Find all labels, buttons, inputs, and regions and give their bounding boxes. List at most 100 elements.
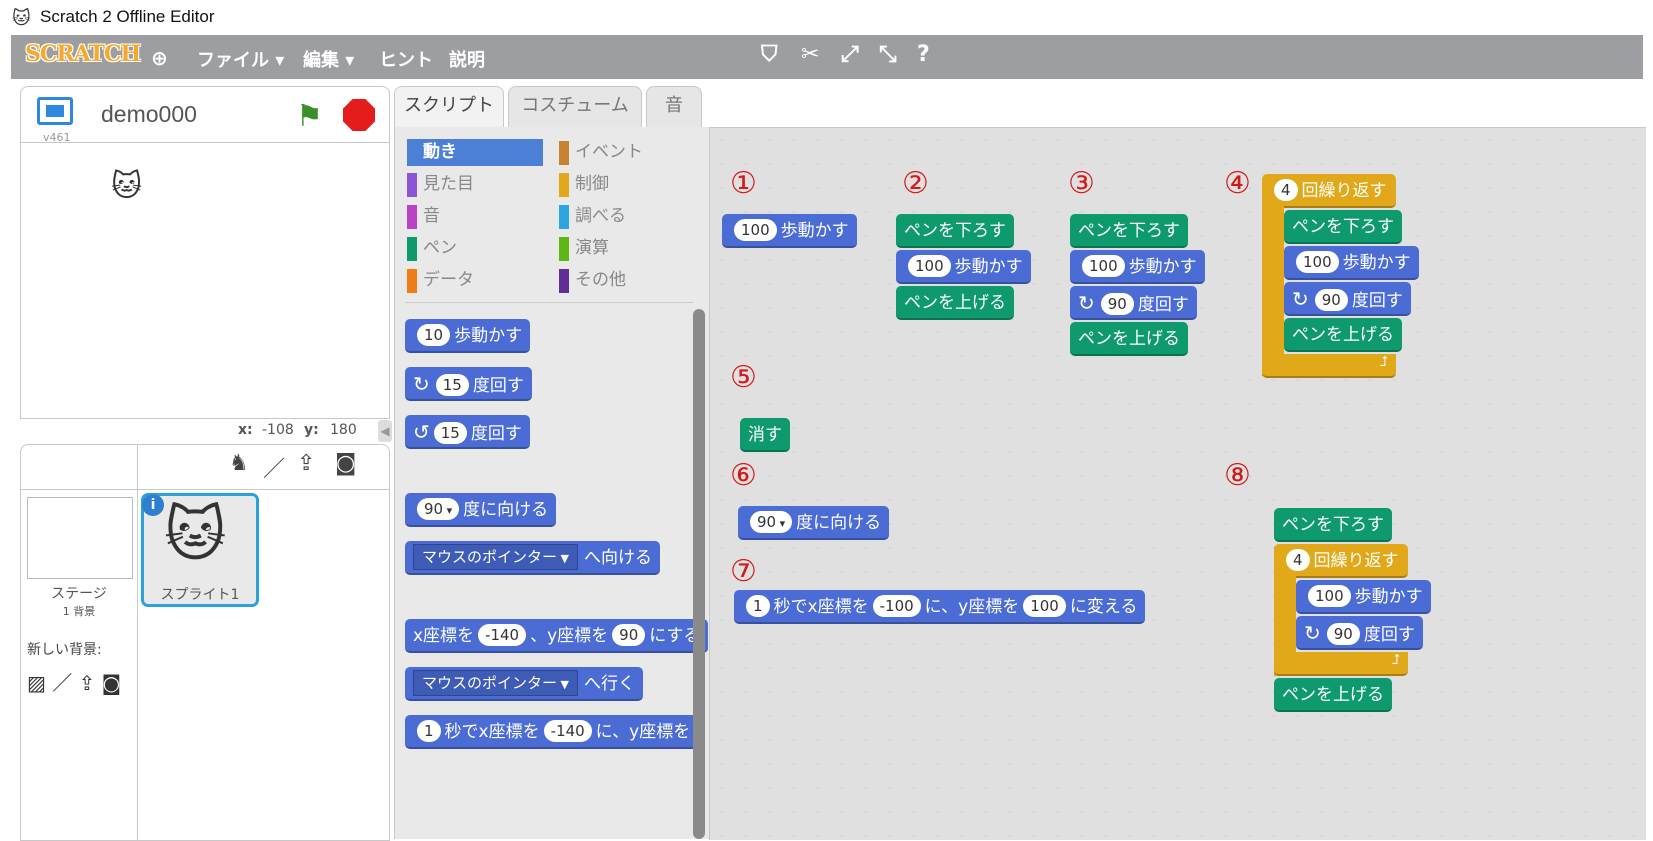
script4-repeat-bottom: ⮥ xyxy=(1262,354,1396,378)
x-label: x: xyxy=(238,422,253,438)
choose-sprite-icon[interactable]: ♞ xyxy=(229,451,249,476)
turn-ccw-icon: ↺ xyxy=(413,420,430,444)
category-operators[interactable]: 演算 xyxy=(559,235,695,262)
category-sensing[interactable]: 調べる xyxy=(559,203,695,230)
script-area[interactable]: ① ② ③ ④ ⑤ ⑥ ⑦ ⑧ 100 歩動かす ペンを下ろす 100 歩動かす ペ… xyxy=(709,127,1646,840)
script8-move-block[interactable]: 100 歩動かす xyxy=(1296,580,1431,614)
category-more[interactable]: その他 xyxy=(559,267,695,294)
cut-icon[interactable]: ✂ xyxy=(801,42,819,67)
label-6: ⑥ xyxy=(730,458,757,493)
grow-icon[interactable]: ⤢ xyxy=(841,42,859,67)
palette-move-block[interactable]: 10 歩動かす xyxy=(405,319,531,353)
turn-cw-icon xyxy=(1304,625,1323,645)
green-flag-icon[interactable]: ⚑ xyxy=(296,99,323,134)
upload-sprite-icon[interactable]: ⇪ xyxy=(297,451,315,476)
stage-thumbnail[interactable] xyxy=(27,497,133,579)
app-cat-icon: 🐱 xyxy=(12,8,31,29)
script5-clear-block[interactable]: 消す xyxy=(740,418,790,452)
palette-glide-block[interactable]: 1 秒でx座標を -140 に、y座標を xyxy=(405,715,699,749)
script2-move-block[interactable]: 100 歩動かす xyxy=(896,250,1031,284)
backdrop-paint-icon[interactable]: ／ xyxy=(52,671,72,695)
script8-repeat-block[interactable]: 4 回繰り返す xyxy=(1274,544,1408,578)
stage-backdrop-count: 1 背景 xyxy=(62,605,96,618)
palette-goto-block[interactable]: マウスのポインターへ行く xyxy=(405,667,643,701)
backdrop-library-icon[interactable]: ▨ xyxy=(27,671,46,695)
loop-arrow-icon: ⮥ xyxy=(1391,652,1400,668)
script8-pen-up-block[interactable]: ペンを上げる xyxy=(1274,678,1392,712)
stage-canvas[interactable]: 🐱 xyxy=(20,142,390,419)
palette-goto-xy-block[interactable]: x座標を -140 、y座標を 90 にする xyxy=(405,619,709,653)
tab-costumes[interactable]: コスチューム xyxy=(508,86,642,127)
label-7: ⑦ xyxy=(730,554,757,589)
palette-point-direction-block[interactable]: 90度に向ける xyxy=(405,493,557,527)
backdrop-upload-icon[interactable]: ⇪ xyxy=(79,671,96,695)
turn-cw-icon xyxy=(1292,291,1311,311)
new-backdrop-label: 新しい背景: xyxy=(27,642,102,658)
fullscreen-icon[interactable] xyxy=(37,97,73,125)
script3-move-block[interactable]: 100 歩動かす xyxy=(1070,250,1205,284)
scratch-logo[interactable]: SCRATCH xyxy=(25,41,141,71)
tab-scripts[interactable]: スクリプト xyxy=(394,86,504,129)
script8-turn-block[interactable]: 90度回す xyxy=(1296,616,1423,650)
sprite-panel: ♞ ／ ⇪ ◙ ステージ 1 背景 新しい背景: ▨ ／ ⇪ ◙ i 🐱 スプラ… xyxy=(20,444,390,841)
menu-hint[interactable]: ヒント xyxy=(379,46,433,72)
category-data[interactable]: データ xyxy=(407,267,543,294)
script3-turn-block[interactable]: 90度回す xyxy=(1070,286,1197,320)
sprite-panel-header-line xyxy=(21,489,389,490)
category-pen[interactable]: ペン xyxy=(407,235,543,262)
menu-edit[interactable]: 編集 ▾ xyxy=(303,46,354,72)
script2-pen-down-block[interactable]: ペンを下ろす xyxy=(896,214,1014,248)
label-8: ⑧ xyxy=(1224,458,1251,493)
palette-scrollbar[interactable] xyxy=(693,309,705,839)
script3-pen-down-block[interactable]: ペンを下ろす xyxy=(1070,214,1188,248)
menubar: SCRATCH ⊕ ファイル ▾ 編集 ▾ ヒント 説明 ⛉ ✂ ⤢ ⤡ ? xyxy=(11,35,1643,79)
globe-icon[interactable]: ⊕ xyxy=(151,46,168,70)
label-2: ② xyxy=(902,166,929,201)
category-looks[interactable]: 見た目 xyxy=(407,171,543,198)
palette-point-towards-block[interactable]: マウスのポインターへ向ける xyxy=(405,541,660,575)
x-value: -108 xyxy=(262,422,294,438)
y-value: 180 xyxy=(330,422,357,438)
camera-sprite-icon[interactable]: ◙ xyxy=(335,451,356,476)
collapse-stage-icon[interactable]: ◀ xyxy=(378,420,392,442)
menu-about[interactable]: 説明 xyxy=(449,46,485,72)
duplicate-icon[interactable]: ⛉ xyxy=(761,42,778,67)
block-palette: 動き イベント 見た目 制御 音 調べる ペン 演算 データ その他 10 歩動か… xyxy=(394,127,711,839)
info-icon[interactable]: i xyxy=(142,494,164,516)
tab-sounds[interactable]: 音 xyxy=(646,86,702,127)
script4-pen-up-block[interactable]: ペンを上げる xyxy=(1284,318,1402,352)
category-events[interactable]: イベント xyxy=(559,139,695,166)
shrink-icon[interactable]: ⤡ xyxy=(879,42,897,67)
paint-sprite-icon[interactable]: ／ xyxy=(263,451,285,483)
y-label: y: xyxy=(304,422,319,438)
loop-arrow-icon: ⮥ xyxy=(1379,354,1388,370)
palette-separator xyxy=(405,302,693,303)
palette-turn-cw-block[interactable]: 15度回す xyxy=(405,367,532,401)
palette-turn-ccw-block[interactable]: ↺ 15 度回す xyxy=(405,415,530,449)
help-icon[interactable]: ? xyxy=(917,42,930,67)
cat-sprite-icon[interactable]: 🐱 xyxy=(111,169,142,204)
script8-pen-down-block[interactable]: ペンを下ろす xyxy=(1274,508,1392,542)
script4-move-block[interactable]: 100 歩動かす xyxy=(1284,246,1419,280)
stage-label: ステージ xyxy=(51,586,107,602)
script4-pen-down-block[interactable]: ペンを下ろす xyxy=(1284,210,1402,244)
category-control[interactable]: 制御 xyxy=(559,171,695,198)
script6-point-direction-block[interactable]: 90度に向ける xyxy=(738,506,890,540)
script1-move-block[interactable]: 100 歩動かす xyxy=(722,214,857,248)
script7-glide-block[interactable]: 1 秒でx座標を -100 に、y座標を 100 に変える xyxy=(734,590,1146,624)
menu-file[interactable]: ファイル ▾ xyxy=(197,46,284,72)
backdrop-camera-icon[interactable]: ◙ xyxy=(102,671,121,695)
window-titlebar: 🐱 Scratch 2 Offline Editor xyxy=(0,0,1653,34)
stop-icon[interactable] xyxy=(343,99,375,131)
category-motion[interactable]: 動き xyxy=(407,139,543,166)
project-title[interactable]: demo000 xyxy=(101,101,197,128)
script4-turn-block[interactable]: 90度回す xyxy=(1284,282,1411,316)
stage-header: v461 demo000 ⚑ xyxy=(20,86,390,144)
script4-repeat-block[interactable]: 4 回繰り返す xyxy=(1262,174,1396,208)
script3-pen-up-block[interactable]: ペンを上げる xyxy=(1070,322,1188,356)
category-sound[interactable]: 音 xyxy=(407,203,543,230)
sprite-thumbnail[interactable]: i 🐱 スプライト1 xyxy=(141,493,259,607)
cat-sprite-icon: 🐱 xyxy=(164,500,227,570)
script2-pen-up-block[interactable]: ペンを上げる xyxy=(896,286,1014,320)
new-backdrop-tools: ▨ ／ ⇪ ◙ xyxy=(27,667,121,696)
